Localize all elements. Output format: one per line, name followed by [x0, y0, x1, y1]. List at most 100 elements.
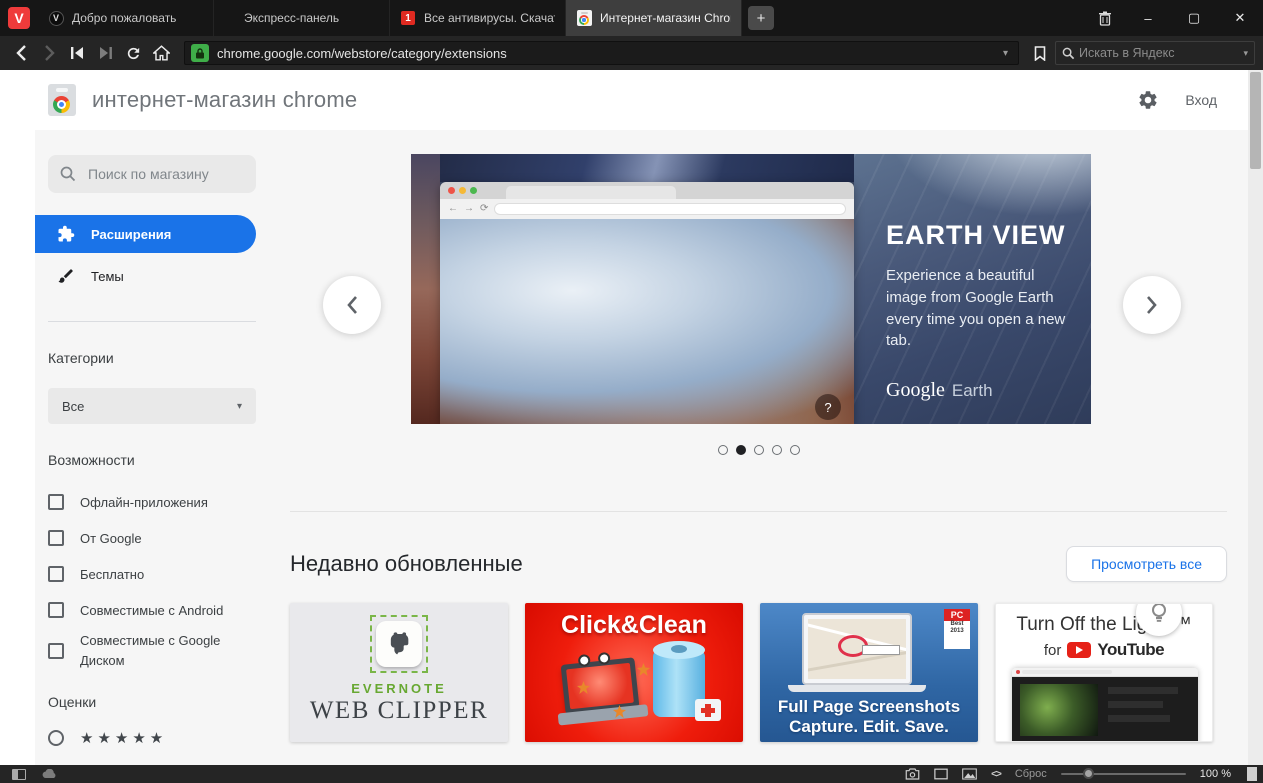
bookmark-button[interactable]	[1027, 40, 1053, 66]
sidebar-item-extensions[interactable]: Расширения	[35, 215, 256, 253]
google-earth-logo: Google Earth	[886, 379, 993, 401]
secure-lock-badge[interactable]	[191, 44, 209, 62]
fast-forward-button[interactable]	[92, 40, 118, 66]
forward-button[interactable]	[36, 40, 62, 66]
carousel-dot-2-active[interactable]	[735, 445, 746, 455]
zoom-reset-button[interactable]: Сброс	[1015, 768, 1047, 780]
browser-search-field[interactable]: ▾	[1055, 41, 1255, 65]
tab-chrome-webstore[interactable]: Интернет-магазин Chrome	[566, 0, 742, 36]
section-divider	[290, 511, 1227, 512]
reload-button[interactable]	[120, 40, 146, 66]
lightbulb-icon	[1152, 604, 1166, 622]
banner-title: EARTH VIEW	[886, 220, 1066, 250]
checkbox-icon[interactable]	[48, 566, 64, 582]
panel-toggle-icon[interactable]	[12, 768, 26, 780]
closed-tabs-trash-button[interactable]	[1085, 0, 1125, 36]
carousel-prev-button[interactable]	[323, 276, 381, 334]
feature-checkbox-offline[interactable]: Офлайн-приложения	[48, 484, 270, 520]
feature-label: Совместимые с Google Диском	[80, 632, 221, 668]
browser-window: V V Добро пожаловать Экспресс-панель 1 В…	[0, 0, 1263, 783]
card-evernote-web-clipper[interactable]: EVERNOTE WEB CLIPPER	[290, 603, 508, 742]
mac-minimize-dot	[459, 187, 466, 194]
tab-welcome[interactable]: V Добро пожаловать	[38, 0, 214, 36]
address-bar[interactable]: chrome.google.com/webstore/category/exte…	[184, 41, 1019, 65]
brush-icon	[58, 269, 73, 283]
card-click-and-clean[interactable]: Click&Clean	[525, 603, 743, 742]
sidebar-item-label: Расширения	[91, 226, 172, 242]
zoom-slider[interactable]	[1060, 768, 1186, 779]
cloud-sync-icon[interactable]	[42, 769, 58, 779]
checkbox-icon[interactable]	[48, 643, 64, 659]
card-full-page-screenshots[interactable]: PC Best 2013 Full Page Screenshots Captu…	[760, 603, 978, 742]
feature-checkbox-by-google[interactable]: От Google	[48, 520, 270, 556]
resize-grip[interactable]	[1247, 767, 1257, 781]
darkened-browser-mockup	[1012, 668, 1198, 741]
view-all-button[interactable]: Просмотреть все	[1066, 546, 1227, 582]
checkbox-icon[interactable]	[48, 494, 64, 510]
store-search-field[interactable]	[48, 155, 256, 193]
code-view-icon[interactable]: <>	[991, 769, 1002, 780]
maximize-button[interactable]: ▢	[1171, 0, 1217, 36]
url-text[interactable]: chrome.google.com/webstore/category/exte…	[217, 46, 991, 61]
laptop-mockup	[802, 613, 912, 685]
carousel-dot-3[interactable]	[753, 445, 764, 455]
category-select[interactable]: Все ▾	[48, 388, 256, 424]
banner-art-top	[440, 154, 854, 182]
carousel-dot-5[interactable]	[789, 445, 800, 455]
tab-antivirus[interactable]: 1 Все антивирусы. Скачать бе	[390, 0, 566, 36]
back-button[interactable]	[8, 40, 34, 66]
gear-icon[interactable]	[1137, 89, 1159, 111]
card-title-line1: Full Page Screenshots	[777, 697, 961, 716]
search-engine-icon	[1062, 47, 1075, 59]
banner-browser-mockup: ← → ⟳	[440, 182, 854, 424]
radio-icon[interactable]	[48, 729, 64, 746]
browser-search-input[interactable]	[1079, 46, 1199, 60]
rating-option-5stars[interactable]: ★★★★★	[48, 720, 270, 755]
reload-icon	[127, 47, 139, 59]
carousel-banner-earth-view[interactable]: ← → ⟳ EARTH VIEW Experience a beautiful …	[411, 154, 1091, 424]
sidebar-item-themes[interactable]: Темы	[35, 257, 270, 295]
zoom-slider-handle[interactable]	[1082, 768, 1094, 779]
webstore-sidebar: Расширения Темы Категории Все ▾	[35, 130, 270, 765]
store-search-input[interactable]	[88, 166, 238, 182]
checkbox-icon[interactable]	[48, 602, 64, 618]
card-turn-off-the-lights[interactable]: Turn Off the Lights™ for YouTube	[995, 603, 1213, 742]
mock-forward-icon: →	[464, 203, 474, 214]
new-tab-button[interactable]: +	[748, 6, 774, 30]
status-bar: <> Сброс 100 %	[0, 765, 1263, 783]
carousel-next-button[interactable]	[1123, 276, 1181, 334]
carousel-dot-1[interactable]	[717, 445, 728, 455]
search-dropdown-caret[interactable]: ▾	[1243, 48, 1248, 59]
minimize-button[interactable]: –	[1125, 0, 1171, 36]
feature-checkbox-android[interactable]: Совместимые с Android	[48, 592, 270, 628]
antivirus-site-icon: 1	[400, 10, 416, 26]
radio-icon[interactable]	[48, 764, 64, 765]
home-icon	[152, 45, 170, 61]
rating-option-4stars[interactable]: ★★★★★ и больше	[48, 755, 270, 765]
capture-camera-icon[interactable]	[905, 768, 920, 780]
webstore-main: ← → ⟳ EARTH VIEW Experience a beautiful …	[270, 130, 1263, 765]
chevron-down-icon: ▾	[236, 400, 242, 412]
webstore-icon	[576, 10, 592, 26]
close-button[interactable]: ✕	[1217, 0, 1263, 36]
page-scrollbar[interactable]	[1248, 70, 1263, 765]
webstore-logo-icon[interactable]	[48, 84, 76, 116]
scrollbar-thumb[interactable]	[1250, 72, 1261, 169]
feature-checkbox-gdrive[interactable]: Совместимые с Google Диском	[48, 628, 248, 674]
tab-speed-dial[interactable]: Экспресс-панель	[214, 0, 390, 36]
rewind-button[interactable]	[64, 40, 90, 66]
vivaldi-menu-button[interactable]: V	[8, 7, 30, 29]
home-button[interactable]	[148, 40, 174, 66]
chevron-left-icon	[347, 296, 357, 314]
carousel-dot-4[interactable]	[771, 445, 782, 455]
images-toggle-icon[interactable]	[962, 768, 977, 780]
signin-link[interactable]: Вход	[1185, 92, 1217, 108]
address-dropdown-caret[interactable]: ▾	[999, 48, 1012, 59]
checkbox-icon[interactable]	[48, 530, 64, 546]
window-controls: – ▢ ✕	[1125, 0, 1263, 36]
feature-checkbox-free[interactable]: Бесплатно	[48, 556, 270, 592]
chevron-right-icon	[1147, 296, 1157, 314]
fast-forward-icon	[99, 47, 112, 59]
mock-earth-image	[440, 219, 854, 424]
page-frame-icon[interactable]	[934, 768, 948, 780]
